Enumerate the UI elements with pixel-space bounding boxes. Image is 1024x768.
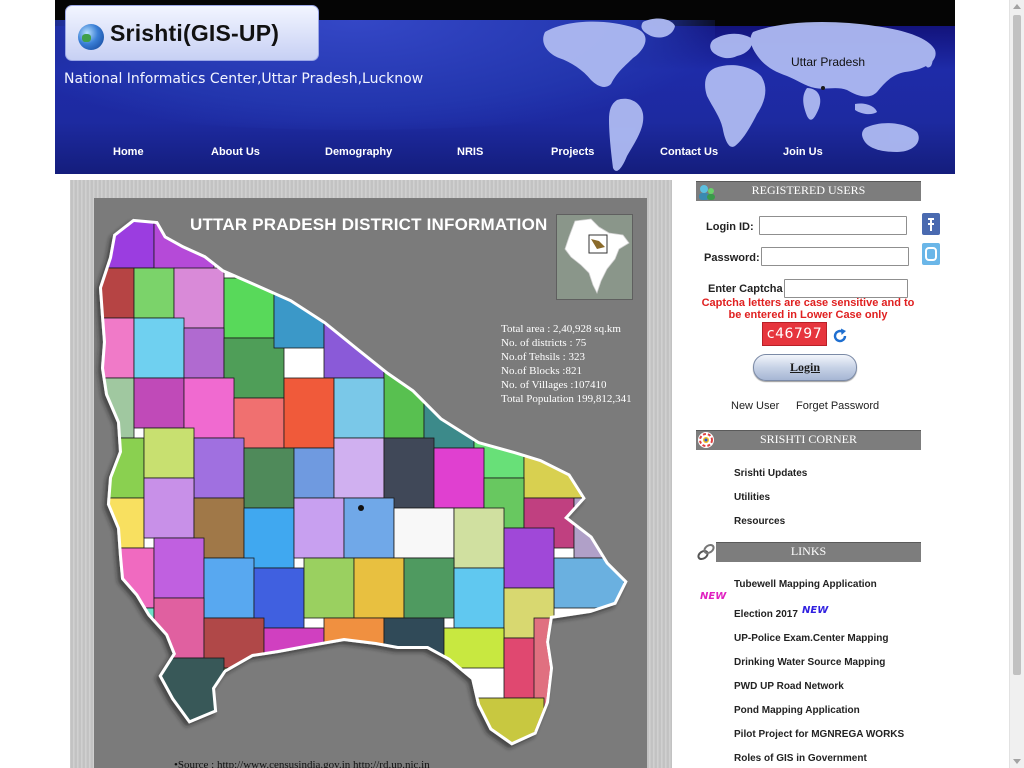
stat-blocks: No.of Blocks :821	[501, 365, 582, 377]
social-share-icon[interactable]	[922, 243, 940, 265]
srishti-corner-title: SRISHTI CORNER	[759, 432, 857, 446]
facebook-icon[interactable]	[922, 213, 940, 235]
nav-join-us[interactable]: Join Us	[783, 146, 823, 158]
captcha-image: c46797	[762, 322, 827, 346]
stat-tehsils: No.of Tehsils : 323	[501, 351, 585, 363]
captcha-input[interactable]	[784, 279, 908, 298]
scroll-up-arrow[interactable]	[1013, 4, 1021, 9]
state-label: Uttar Pradesh	[791, 55, 866, 69]
resources-link[interactable]: Resources	[734, 516, 785, 527]
nav-nris[interactable]: NRIS	[457, 146, 483, 158]
scroll-down-arrow[interactable]	[1013, 759, 1021, 764]
links-icon	[696, 542, 716, 562]
stat-districts: No. of districts : 75	[501, 337, 587, 349]
password-input[interactable]	[761, 247, 909, 266]
main-navigation: Home About Us Demography NRIS Projects C…	[55, 146, 955, 162]
srishti-corner-icon	[698, 432, 714, 448]
registered-users-title: REGISTERED USERS	[751, 183, 866, 197]
refresh-icon[interactable]	[831, 327, 849, 345]
logo-title: Srishti(GIS-UP)	[110, 20, 280, 46]
users-icon	[699, 185, 715, 200]
password-label: Password:	[704, 252, 760, 264]
link-tubewell-mapping[interactable]: Tubewell Mapping Application	[734, 579, 877, 590]
link-roles-of-gis[interactable]: Roles of GIS in Government	[734, 753, 867, 764]
login-id-input[interactable]	[759, 216, 907, 235]
captcha-label: Enter Captcha :	[708, 283, 790, 295]
state-statistics: Total area : 2,40,928 sq.km No. of distr…	[501, 322, 632, 406]
srishti-updates-link[interactable]: Srishti Updates	[734, 468, 807, 479]
nav-projects[interactable]: Projects	[551, 146, 594, 158]
srishti-corner-header: SRISHTI CORNER	[696, 430, 921, 450]
map-title: UTTAR PRADESH DISTRICT INFORMATION	[190, 215, 548, 234]
new-badge: NEW	[700, 591, 727, 602]
site-logo[interactable]: Srishti(GIS-UP)	[65, 5, 319, 61]
login-id-label: Login ID:	[706, 221, 754, 233]
stat-villages: No. of Villages :107410	[501, 379, 607, 391]
scroll-thumb[interactable]	[1013, 15, 1021, 675]
nav-contact-us[interactable]: Contact Us	[660, 146, 718, 158]
link-pwd-road-network[interactable]: PWD UP Road Network	[734, 681, 844, 692]
district-map-area: UTTAR PRADESH DISTRICT INFORMATION Total…	[94, 198, 647, 768]
globe-icon	[78, 24, 104, 50]
nav-demography[interactable]: Demography	[325, 146, 392, 158]
site-header: Srishti(GIS-UP) National Informatics Cen…	[55, 0, 955, 174]
page-scrollbar[interactable]	[1009, 0, 1024, 768]
india-inset-map	[556, 214, 633, 300]
new-badge: NEW	[802, 605, 829, 616]
links-title: LINKS	[790, 544, 827, 558]
stat-population: Total Population 199,812,341	[501, 393, 632, 405]
link-election-2017[interactable]: Election 2017	[734, 609, 798, 620]
captcha-note: Captcha letters are case sensitive and t…	[701, 297, 915, 321]
data-source: •Source : http://www.censusindia.gov.in …	[174, 759, 430, 768]
link-mgnrega-works[interactable]: Pilot Project for MGNREGA WORKS	[734, 729, 904, 740]
nav-about-us[interactable]: About Us	[211, 146, 260, 158]
organization-name: National Informatics Center,Uttar Prades…	[64, 71, 424, 87]
link-up-police-exam[interactable]: UP-Police Exam.Center Mapping	[734, 633, 888, 644]
nav-home[interactable]: Home	[113, 146, 144, 158]
link-drinking-water[interactable]: Drinking Water Source Mapping	[734, 657, 885, 668]
login-button[interactable]: Login	[753, 354, 857, 381]
utilities-link[interactable]: Utilities	[734, 492, 770, 503]
forget-password-link[interactable]: Forget Password	[796, 400, 879, 412]
link-pond-mapping[interactable]: Pond Mapping Application	[734, 705, 860, 716]
map-panel: UTTAR PRADESH DISTRICT INFORMATION Total…	[70, 180, 672, 768]
links-header: LINKS	[696, 542, 921, 562]
stat-total-area: Total area : 2,40,928 sq.km	[501, 323, 621, 335]
new-user-link[interactable]: New User	[731, 400, 779, 412]
registered-users-header: REGISTERED USERS	[696, 181, 921, 201]
